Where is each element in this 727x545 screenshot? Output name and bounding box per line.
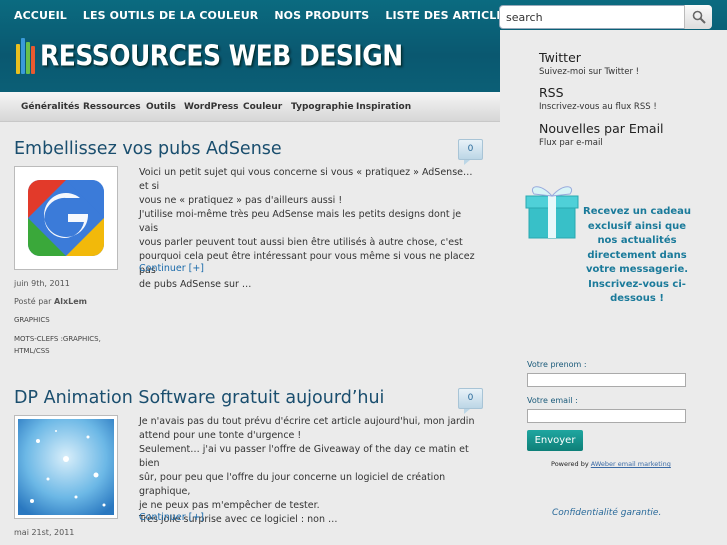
post-author: Posté par AlxLem	[14, 297, 87, 306]
excerpt-line: Seulement… j'ai vu passer l'offre de Giv…	[139, 444, 469, 469]
excerpt-line: J'utilise moi-même très peu AdSense mais…	[139, 209, 462, 234]
top-nav: ACCUEIL LES OUTILS DE LA COULEUR NOS PRO…	[6, 9, 520, 22]
post-title[interactable]: DP Animation Software gratuit aujourd’hu…	[14, 388, 384, 408]
post-tags[interactable]: HTML/CSS	[14, 347, 50, 355]
category-outils[interactable]: Outils	[146, 102, 176, 112]
social-email-title: Nouvelles par Email	[539, 121, 664, 136]
excerpt-line: de pubs AdSense sur …	[139, 279, 252, 290]
powered-by: Powered by AWeber email marketing	[551, 460, 671, 468]
category-inspiration[interactable]: Inspiration	[356, 102, 411, 112]
social-rss-title: RSS	[539, 85, 564, 100]
logo-text: RESSOURCES WEB DESIGN	[40, 38, 403, 72]
firstname-field[interactable]	[527, 373, 686, 387]
excerpt-line: attend pour une tonte d'urgence !	[139, 430, 302, 441]
search-input[interactable]	[506, 7, 688, 28]
social-twitter-title: Twitter	[539, 50, 581, 65]
nav-item-produits[interactable]: NOS PRODUITS	[266, 9, 377, 22]
submit-button[interactable]: Envoyer	[527, 430, 583, 451]
excerpt-line: Je n'avais pas du tout prévu d'écrire ce…	[139, 416, 475, 427]
category-bar: Généralités Ressources Outils WordPress …	[0, 92, 500, 122]
search-button[interactable]	[684, 5, 712, 29]
category-couleur[interactable]: Couleur	[243, 102, 282, 112]
powered-by-text: Powered by	[551, 460, 589, 468]
social-twitter[interactable]: Twitter Suivez-moi sur Twitter !	[539, 50, 639, 77]
gift-icon	[525, 186, 579, 239]
google-logo-icon	[18, 170, 114, 266]
read-more-link[interactable]: Continuer [+]	[139, 263, 204, 274]
posted-by-label: Posté par	[14, 297, 52, 306]
read-more-link[interactable]: Continuer [+]	[139, 512, 204, 523]
search-box	[499, 5, 712, 29]
post-date: mai 21st, 2011	[14, 528, 75, 537]
category-wordpress[interactable]: WordPress	[184, 102, 239, 112]
nav-item-outils-couleur[interactable]: LES OUTILS DE LA COULEUR	[75, 9, 266, 22]
excerpt-line: Voici un petit sujet qui vous concerne s…	[139, 167, 473, 192]
email-field[interactable]	[527, 409, 686, 423]
excerpt-line: vous ne « pratiquez » pas d'ailleurs aus…	[139, 195, 343, 206]
category-ressources[interactable]: Ressources	[83, 102, 141, 112]
sparkles-image-icon	[18, 419, 114, 515]
nav-item-accueil[interactable]: ACCUEIL	[6, 9, 75, 22]
social-email[interactable]: Nouvelles par Email Flux par e-mail	[539, 121, 664, 148]
post-category[interactable]: GRAPHICS	[14, 316, 50, 324]
category-generalites[interactable]: Généralités	[21, 102, 79, 112]
social-rss[interactable]: RSS Inscrivez-vous au flux RSS !	[539, 85, 657, 112]
site-logo[interactable]: RESSOURCES WEB DESIGN	[16, 36, 403, 74]
firstname-label: Votre prenom :	[527, 360, 587, 369]
post-excerpt: Je n'avais pas du tout prévu d'écrire ce…	[139, 415, 477, 527]
excerpt-line: je ne peux pas m'empêcher de tester.	[139, 500, 320, 511]
privacy-note: Confidentialité garantie.	[552, 508, 662, 518]
post-thumbnail[interactable]	[14, 415, 118, 519]
social-email-sub: Flux par e-mail	[539, 138, 603, 148]
social-rss-sub: Inscrivez-vous au flux RSS !	[539, 102, 657, 112]
search-icon	[692, 10, 706, 24]
aweber-link[interactable]: AWeber email marketing	[591, 460, 671, 468]
logo-pencils-icon	[16, 36, 36, 74]
post-tags[interactable]: MOTS-CLEFS :GRAPHICS,	[14, 335, 101, 343]
category-typographie[interactable]: Typographie	[291, 102, 354, 112]
social-twitter-sub: Suivez-moi sur Twitter !	[539, 67, 640, 77]
excerpt-line: vous parler peuvent tout aussi bien être…	[139, 237, 463, 248]
email-label: Votre email :	[527, 396, 578, 405]
comment-count-badge[interactable]: 0	[458, 139, 483, 165]
newsletter-promo: Recevez un cadeau exclusif ainsi que nos…	[583, 206, 691, 304]
author-name[interactable]: AlxLem	[54, 297, 87, 306]
post-title[interactable]: Embellissez vos pubs AdSense	[14, 139, 282, 159]
excerpt-line: sûr, pour peu que l'offre du jour concer…	[139, 472, 446, 497]
comment-count-badge[interactable]: 0	[458, 388, 483, 414]
post-date: juin 9th, 2011	[14, 279, 70, 288]
post-thumbnail[interactable]	[14, 166, 118, 270]
